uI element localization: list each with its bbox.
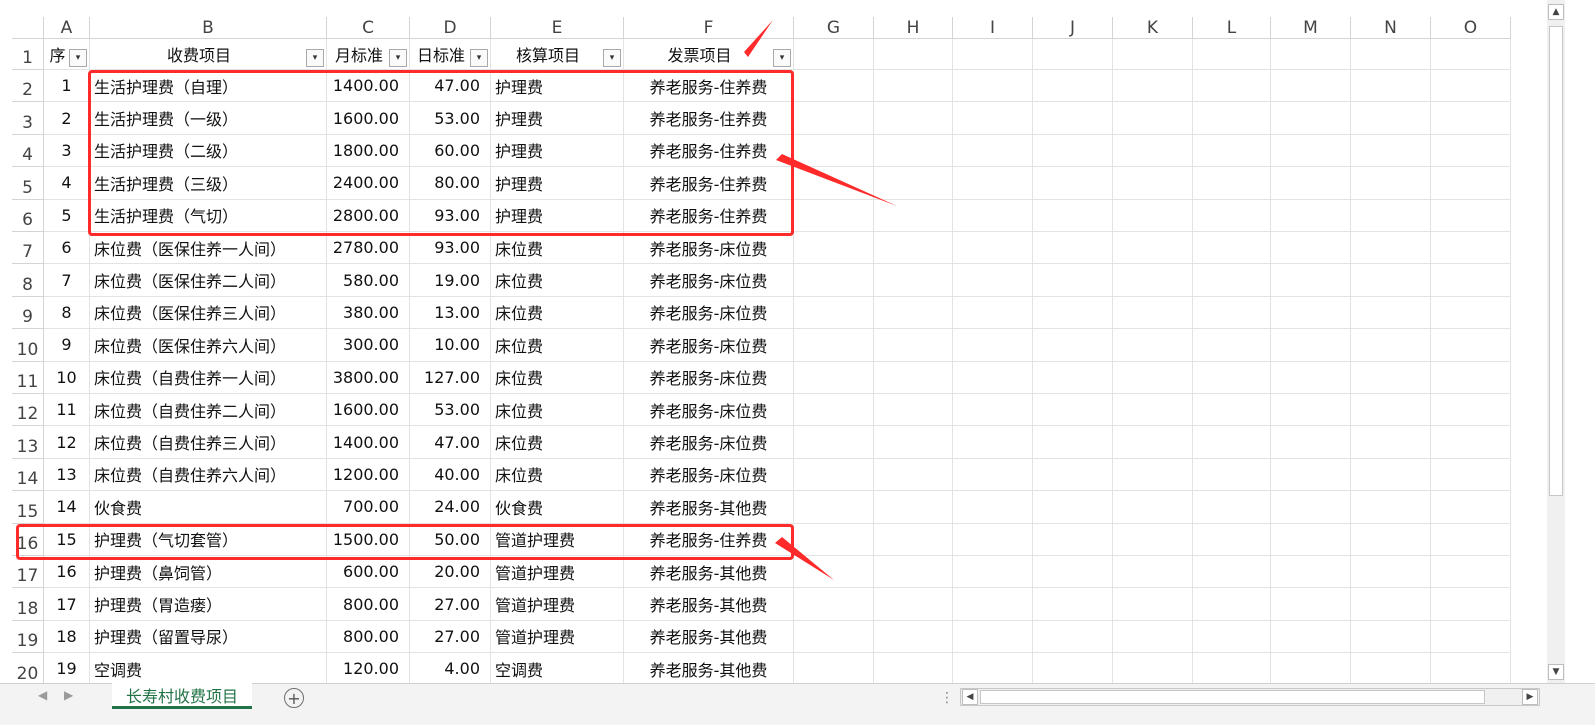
next-sheet-icon[interactable]: ▶ bbox=[64, 688, 73, 702]
spreadsheet: A B C D E F G H I J K L M N O 1 序 ▾ 收费项目 ▾ 月标准 ▾ 日标准 ▾ 核算项目 ▾ 发票项目… bbox=[0, 0, 1595, 725]
sheet-tab[interactable]: 长寿村收费项目 bbox=[112, 683, 252, 709]
scroll-down-button[interactable]: ▼ bbox=[1548, 664, 1564, 680]
horizontal-scroll-thumb[interactable] bbox=[980, 690, 1485, 704]
arrow-to-row-4 bbox=[776, 154, 897, 206]
scroll-left-button[interactable]: ◀ bbox=[962, 689, 978, 705]
prev-sheet-icon[interactable]: ◀ bbox=[38, 688, 47, 702]
split-handle-icon[interactable]: ⋮ bbox=[940, 690, 954, 706]
annotation-arrows bbox=[744, 20, 897, 580]
scroll-up-button[interactable]: ▲ bbox=[1548, 4, 1564, 20]
arrow-to-row-16 bbox=[775, 537, 834, 580]
arrow-to-invoice-header bbox=[744, 20, 773, 57]
scroll-right-button[interactable]: ▶ bbox=[1522, 689, 1538, 705]
vertical-scroll-thumb[interactable] bbox=[1549, 26, 1563, 496]
add-sheet-icon[interactable]: + bbox=[284, 688, 304, 708]
